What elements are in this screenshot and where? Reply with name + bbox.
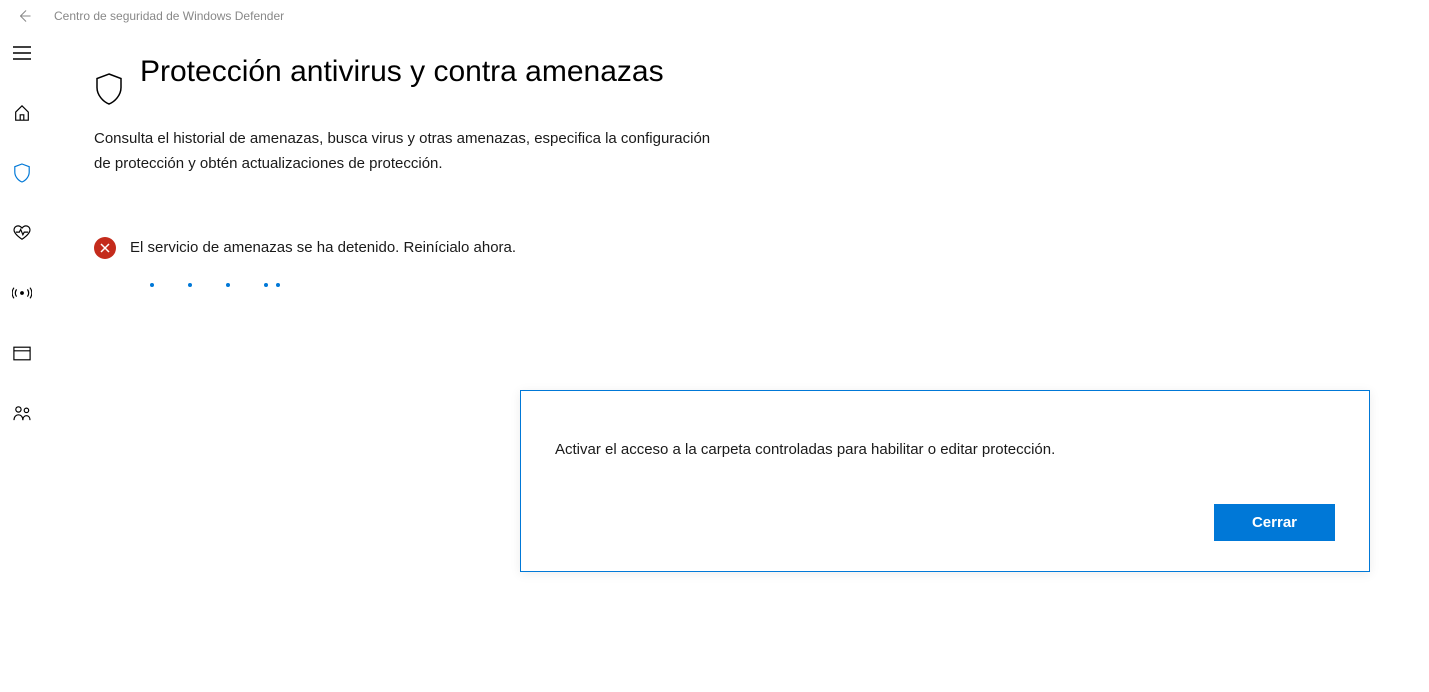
app-title: Centro de seguridad de Windows Defender xyxy=(54,9,284,23)
family-icon xyxy=(12,405,32,421)
progress-dot xyxy=(226,283,230,287)
dialog-message: Activar el acceso a la carpeta controlad… xyxy=(555,441,1335,458)
antenna-icon xyxy=(12,285,32,301)
sidebar-item-virus-protection[interactable] xyxy=(0,162,44,184)
status-error-badge xyxy=(94,237,116,259)
progress-dot xyxy=(276,283,280,287)
shield-icon xyxy=(13,163,31,183)
home-icon xyxy=(13,104,31,122)
back-button[interactable] xyxy=(8,0,40,32)
sidebar xyxy=(0,32,44,692)
dialog-actions: Cerrar xyxy=(555,504,1335,541)
sidebar-item-app-browser[interactable] xyxy=(0,342,44,364)
status-message: El servicio de amenazas se ha detenido. … xyxy=(130,239,516,256)
page-header: Protección antivirus y contra amenazas xyxy=(94,52,714,111)
shield-icon xyxy=(94,72,124,106)
progress-dot xyxy=(264,283,268,287)
sidebar-item-device-health[interactable] xyxy=(0,222,44,244)
menu-icon xyxy=(13,46,31,60)
close-icon xyxy=(100,243,110,253)
close-button[interactable]: Cerrar xyxy=(1214,504,1335,541)
titlebar: Centro de seguridad de Windows Defender xyxy=(0,0,1429,32)
status-row: El servicio de amenazas se ha detenido. … xyxy=(94,237,714,259)
sidebar-item-firewall[interactable] xyxy=(0,282,44,304)
progress-indicator xyxy=(150,283,714,287)
sidebar-item-home[interactable] xyxy=(0,102,44,124)
arrow-left-icon xyxy=(17,9,31,23)
progress-dot xyxy=(150,283,154,287)
page-title: Protección antivirus y contra amenazas xyxy=(140,52,664,91)
heart-icon xyxy=(12,225,32,241)
sidebar-menu-button[interactable] xyxy=(0,42,44,64)
progress-dot xyxy=(188,283,192,287)
sidebar-item-family[interactable] xyxy=(0,402,44,424)
page-subtitle: Consulta el historial de amenazas, busca… xyxy=(94,127,714,177)
page-header-icon xyxy=(94,72,124,111)
content-area: Protección antivirus y contra amenazas C… xyxy=(44,32,764,692)
main-layout: Protección antivirus y contra amenazas C… xyxy=(0,32,1429,692)
dialog: Activar el acceso a la carpeta controlad… xyxy=(520,390,1370,572)
browser-icon xyxy=(13,346,31,361)
